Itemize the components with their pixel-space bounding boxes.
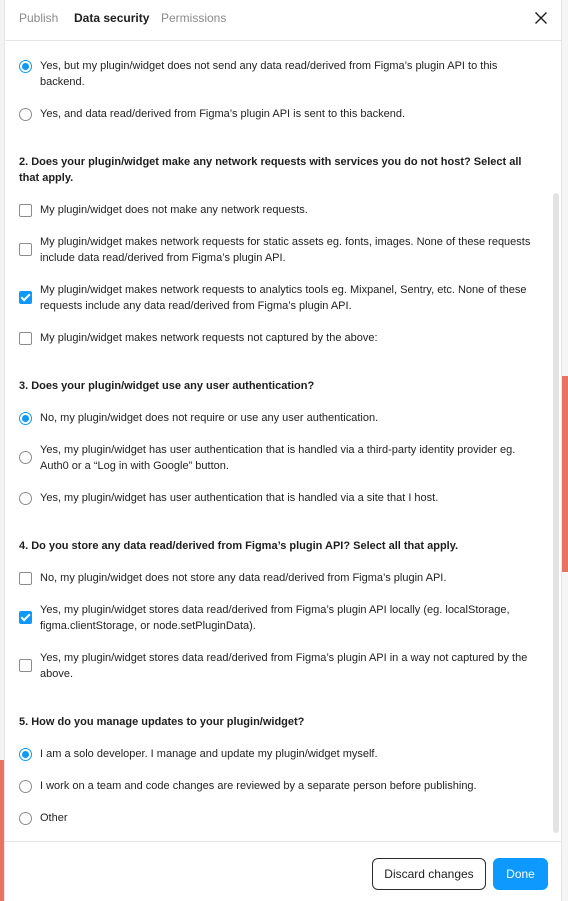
close-icon [535,12,547,24]
radio-button[interactable] [19,451,32,464]
checkbox[interactable] [19,572,32,585]
q1-option-no-data-sent[interactable]: Yes, but my plugin/widget does not send … [19,58,539,90]
q5-option-solo[interactable]: I am a solo developer. I manage and upda… [19,746,539,762]
option-label: Yes, my plugin/widget stores data read/d… [40,604,510,632]
q4-option-other-storage[interactable]: Yes, my plugin/widget stores data read/d… [19,650,539,682]
tab-publish[interactable]: Publish [19,11,58,25]
radio-button[interactable] [19,748,32,761]
option-label: I work on a team and code changes are re… [40,780,477,792]
q5-option-team[interactable]: I work on a team and code changes are re… [19,778,539,794]
radio-button[interactable] [19,812,32,825]
background-page-right-accent [562,376,568,572]
q1-option-data-sent[interactable]: Yes, and data read/derived from Figma’s … [19,106,539,122]
option-label: My plugin/widget makes network requests … [40,332,378,344]
option-label: My plugin/widget makes network requests … [40,236,531,264]
q2-option-static-assets[interactable]: My plugin/widget makes network requests … [19,234,539,266]
checkbox[interactable] [19,204,32,217]
q4-option-no-storage[interactable]: No, my plugin/widget does not store any … [19,570,539,586]
done-button[interactable]: Done [493,858,548,890]
checkbox[interactable] [19,611,32,624]
q3-question: 3. Does your plugin/widget use any user … [19,380,315,392]
data-security-form: Yes, but my plugin/widget does not send … [5,41,555,841]
option-label: My plugin/widget makes network requests … [40,284,527,312]
close-button[interactable] [531,8,551,28]
q4-option-local-storage[interactable]: Yes, my plugin/widget stores data read/d… [19,602,539,634]
scrollbar[interactable] [553,193,559,833]
tab-permissions[interactable]: Permissions [161,11,226,25]
option-label: Yes, but my plugin/widget does not send … [40,60,498,88]
radio-button[interactable] [19,492,32,505]
option-label: Yes, my plugin/widget stores data read/d… [40,652,528,680]
q5-question: 5. How do you manage updates to your plu… [19,716,305,728]
q4-question: 4. Do you store any data read/derived fr… [19,540,459,552]
modal-footer: Discard changes Done [5,841,561,901]
checkbox[interactable] [19,291,32,304]
option-label: No, my plugin/widget does not store any … [40,572,447,584]
radio-button[interactable] [19,412,32,425]
option-label: Other [40,812,68,824]
q2-option-analytics[interactable]: My plugin/widget makes network requests … [19,282,539,314]
option-label: I am a solo developer. I manage and upda… [40,748,378,760]
checkbox[interactable] [19,243,32,256]
publish-modal: Publish Data security Permissions Yes, b… [4,0,562,901]
radio-button[interactable] [19,780,32,793]
option-label: No, my plugin/widget does not require or… [40,412,379,424]
option-label: My plugin/widget does not make any netwo… [40,204,308,216]
option-label: Yes, and data read/derived from Figma’s … [40,108,406,120]
q3-option-own-site-auth[interactable]: Yes, my plugin/widget has user authentic… [19,490,539,506]
q3-option-third-party-auth[interactable]: Yes, my plugin/widget has user authentic… [19,442,539,474]
q5-option-other[interactable]: Other [19,810,539,826]
radio-button[interactable] [19,108,32,121]
tab-data-security[interactable]: Data security [74,11,149,25]
option-label: Yes, my plugin/widget has user authentic… [40,444,516,472]
radio-button[interactable] [19,60,32,73]
q2-option-other-requests[interactable]: My plugin/widget makes network requests … [19,330,539,346]
q2-option-no-network[interactable]: My plugin/widget does not make any netwo… [19,202,539,218]
discard-changes-button[interactable]: Discard changes [372,858,486,890]
checkbox[interactable] [19,659,32,672]
q2-question: 2. Does your plugin/widget make any netw… [19,156,522,184]
q3-option-no-auth[interactable]: No, my plugin/widget does not require or… [19,410,539,426]
checkbox[interactable] [19,332,32,345]
option-label: Yes, my plugin/widget has user authentic… [40,492,439,504]
modal-header: Publish Data security Permissions [5,0,561,41]
